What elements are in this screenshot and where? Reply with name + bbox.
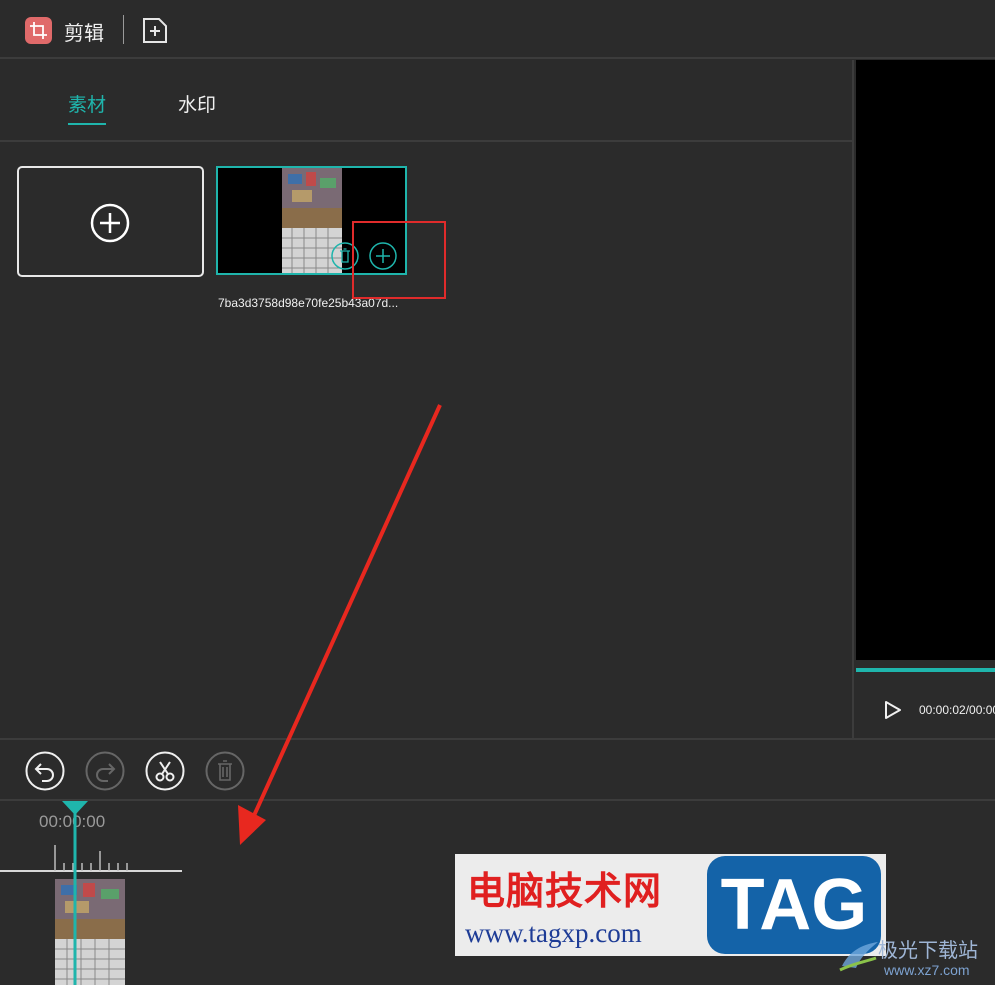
- plus-circle-icon: [90, 203, 130, 243]
- watermark-site2-url: www.xz7.com: [884, 962, 970, 978]
- preview-progress-bar[interactable]: [856, 668, 995, 672]
- add-media-button[interactable]: [17, 166, 204, 277]
- tab-media[interactable]: 素材: [68, 90, 106, 117]
- watermark-site-name: 电脑技术网: [467, 869, 663, 913]
- app-title: 剪辑: [64, 21, 104, 45]
- media-panel: 素材 水印 7ba3d3758d98e70fe25b43a07d...: [0, 60, 852, 738]
- preview-screen: [856, 60, 995, 660]
- time-readout: 00:00:02/00:00: [919, 703, 995, 717]
- watermark-banner: 电脑技术网 www.tagxp.com TAG: [455, 854, 886, 956]
- watermark-site2-name: 极光下载站: [878, 938, 978, 962]
- top-bar: 剪辑: [0, 0, 995, 59]
- redo-icon[interactable]: [85, 751, 125, 791]
- new-file-icon[interactable]: [142, 17, 168, 44]
- play-icon[interactable]: [884, 700, 902, 720]
- watermark-url: www.tagxp.com: [465, 918, 642, 948]
- timeline-ruler[interactable]: [0, 841, 185, 873]
- tab-bar: 素材 水印: [0, 60, 852, 142]
- active-tab-indicator: [68, 123, 106, 125]
- undo-icon[interactable]: [25, 751, 65, 791]
- playhead[interactable]: [60, 801, 90, 985]
- tab-watermark[interactable]: 水印: [178, 90, 216, 117]
- title-divider: [123, 15, 124, 44]
- scissors-icon[interactable]: [145, 751, 185, 791]
- trash-icon[interactable]: [205, 751, 245, 791]
- aurora-logo-icon: [839, 942, 878, 972]
- crop-icon: [25, 17, 52, 44]
- highlight-annotation-box: [352, 221, 446, 299]
- edit-toolbar: [0, 738, 995, 801]
- preview-panel: 00:00:02/00:00: [852, 60, 995, 738]
